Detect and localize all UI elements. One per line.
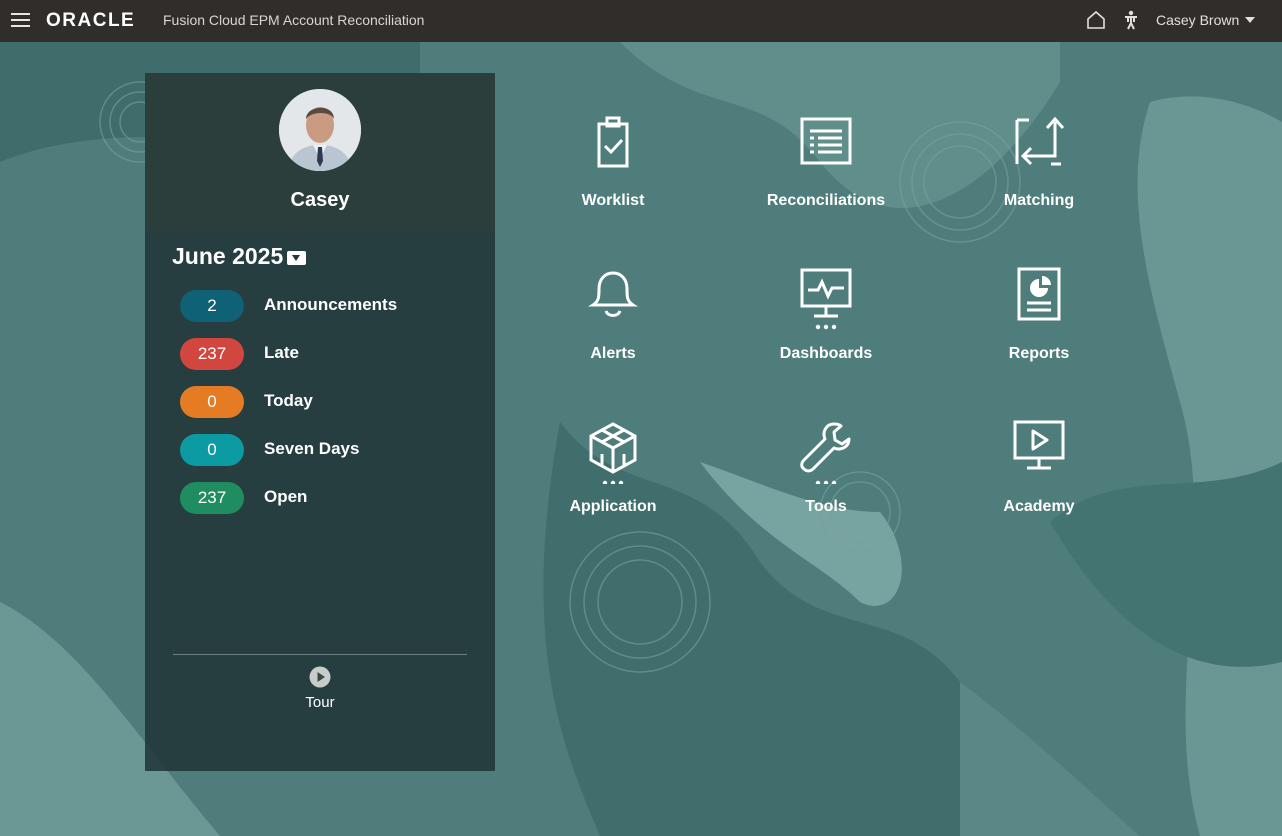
tile-label: Tools [805, 498, 847, 515]
tile-label: Worklist [581, 192, 645, 209]
play-circle-icon [309, 666, 331, 688]
tile-reconciliations[interactable]: Reconciliations [736, 114, 916, 234]
matching-arrows-icon [1015, 116, 1065, 166]
tile-alerts[interactable]: Alerts [523, 267, 703, 387]
avatar[interactable] [279, 89, 361, 171]
home-icon[interactable] [1086, 10, 1106, 30]
tile-label: Reconciliations [766, 192, 886, 209]
tile-label: Matching [1003, 192, 1075, 209]
tile-worklist[interactable]: Worklist [523, 114, 703, 234]
stat-count: 0 [180, 386, 244, 418]
stat-label: Open [264, 487, 308, 506]
chevron-down-icon [1245, 17, 1256, 23]
tile-matching[interactable]: Matching [949, 114, 1129, 234]
monitor-chart-icon [800, 268, 852, 330]
profile-name: Casey [290, 189, 350, 211]
tile-label: Application [569, 498, 657, 515]
tile-dashboards[interactable]: Dashboards [736, 267, 916, 387]
tile-academy[interactable]: Academy [949, 420, 1129, 540]
stat-label: Announcements [264, 295, 398, 314]
menu-icon[interactable] [11, 13, 30, 29]
divider [173, 654, 467, 655]
bell-icon [588, 271, 638, 317]
report-pie-icon [1017, 267, 1061, 321]
tile-application[interactable]: Application [523, 420, 703, 540]
stat-label: Today [264, 391, 313, 410]
stat-count: 237 [180, 338, 244, 370]
accessibility-icon[interactable] [1124, 10, 1138, 30]
tile-tools[interactable]: Tools [736, 420, 916, 540]
tour-label: Tour [305, 694, 335, 711]
clipboard-check-icon [597, 116, 629, 168]
oracle-logo[interactable]: ORACLE [46, 10, 135, 32]
tile-label: Alerts [590, 345, 636, 362]
avatar-photo [279, 89, 361, 171]
app-title: Fusion Cloud EPM Account Reconciliation [163, 12, 425, 28]
stat-label: Seven Days [264, 439, 360, 458]
top-navigation-bar: ORACLE Fusion Cloud EPM Account Reconcil… [0, 0, 1282, 42]
stat-count: 2 [180, 290, 244, 322]
user-summary-panel: Casey June 2025 2 Announcements 237 Late… [145, 73, 495, 771]
video-play-icon [1013, 420, 1065, 470]
user-name: Casey Brown [1156, 12, 1240, 28]
tour-button[interactable]: Tour [285, 666, 355, 711]
period-label: June 2025 [172, 243, 284, 269]
list-document-icon [800, 117, 852, 165]
wrench-icon [800, 422, 851, 484]
tile-label: Reports [1008, 345, 1070, 362]
tile-label: Academy [1003, 498, 1075, 515]
stat-count: 237 [180, 482, 244, 514]
stat-count: 0 [180, 434, 244, 466]
tile-label: Dashboards [779, 345, 873, 362]
stat-label: Late [264, 343, 299, 362]
period-selector[interactable]: June 2025 [172, 243, 307, 270]
chevron-down-icon[interactable] [287, 251, 307, 265]
cube-icon [589, 422, 637, 484]
tile-reports[interactable]: Reports [949, 267, 1129, 387]
user-menu[interactable]: Casey Brown [1156, 12, 1256, 28]
